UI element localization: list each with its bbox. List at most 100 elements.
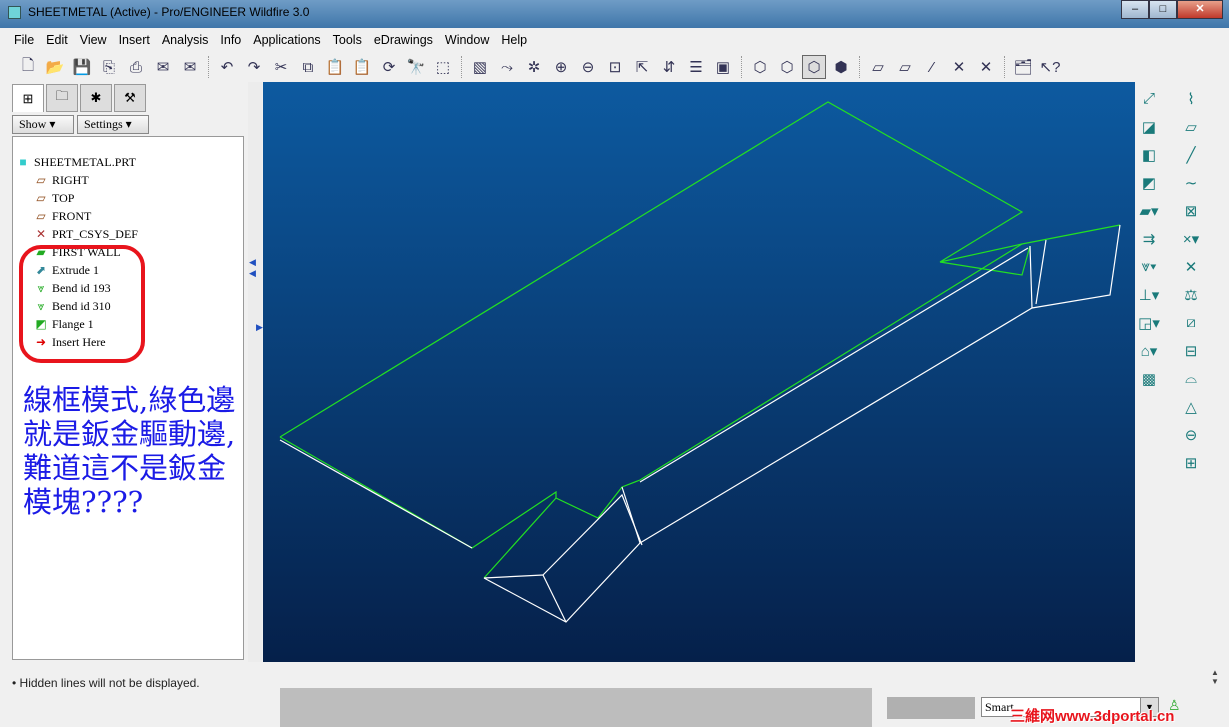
revolve-icon[interactable]: ◧	[1138, 146, 1160, 168]
no-hidden-icon[interactable]: ⬡	[802, 55, 826, 79]
app-icon	[8, 6, 21, 19]
sketch-icon[interactable]: ⤢	[1138, 90, 1160, 112]
minimize-button[interactable]: –	[1121, 0, 1149, 19]
tree-root[interactable]: ■ SHEETMETAL.PRT	[15, 153, 136, 171]
datum-plane-tool-icon[interactable]: ⌇	[1180, 90, 1202, 112]
pane-splitter[interactable]: ◀ ◀ ▶	[248, 82, 263, 662]
model-tree-tab[interactable]: ⊞	[12, 84, 44, 112]
copy-icon[interactable]: ⧉	[296, 55, 320, 79]
unbend-icon[interactable]: ⊥▾	[1138, 286, 1160, 308]
favorites-tab[interactable]: ✱	[80, 84, 112, 112]
undo-icon[interactable]: ↶	[215, 55, 239, 79]
model-tree-icon[interactable]: 🗂	[1011, 55, 1035, 79]
flatten-icon[interactable]: ⌂▾	[1138, 342, 1160, 364]
shading-icon[interactable]: ⬢	[829, 55, 853, 79]
zoom-in-icon[interactable]: ⊕	[549, 55, 573, 79]
zoom-out-icon[interactable]: ⊖	[576, 55, 600, 79]
graphics-window[interactable]	[263, 82, 1135, 662]
datum-curve-icon[interactable]: ∼	[1180, 174, 1202, 196]
tree-item[interactable]: ▱ FRONT	[33, 207, 91, 225]
unattached-wall-icon[interactable]: ⇉	[1138, 230, 1160, 252]
menu-info[interactable]: Info	[214, 33, 247, 47]
view-manager-icon[interactable]: ▣	[711, 55, 735, 79]
print-icon[interactable]: ⎙	[124, 55, 148, 79]
selection-box-icon[interactable]: ⬚	[431, 55, 455, 79]
split-area-icon[interactable]: ⊞	[1180, 454, 1202, 476]
corner-relief-icon[interactable]: ⊟	[1180, 342, 1202, 364]
repaint-icon[interactable]: ▧	[468, 55, 492, 79]
open-icon[interactable]: 📂	[43, 55, 67, 79]
flange-white-edge	[1035, 239, 1047, 305]
settings-button[interactable]: Settings ▾	[77, 115, 149, 134]
close-button[interactable]: ✕	[1177, 0, 1223, 19]
bend-tool-icon[interactable]: ⩔▾	[1138, 258, 1160, 280]
flange-white-edge	[483, 574, 544, 579]
menu-analysis[interactable]: Analysis	[156, 33, 215, 47]
menu-file[interactable]: File	[8, 33, 40, 47]
find-icon[interactable]: 🔭	[404, 55, 428, 79]
datum-plane-icon[interactable]: ▱	[1180, 118, 1202, 140]
point-tool-icon[interactable]: ×▾	[1180, 230, 1202, 252]
layers-icon[interactable]: ☰	[684, 55, 708, 79]
flange-tool-icon[interactable]: ◩	[1138, 174, 1160, 196]
form-icon[interactable]: ◲▾	[1138, 314, 1160, 336]
menu-window[interactable]: Window	[439, 33, 495, 47]
extrude-icon[interactable]: ◪	[1138, 118, 1160, 140]
corner-icon[interactable]: ⊖	[1180, 426, 1202, 448]
spin-center-icon[interactable]: ✲	[522, 55, 546, 79]
deform-area-icon[interactable]: ⌓	[1180, 370, 1202, 392]
datum-axis-icon[interactable]: ╱	[1180, 146, 1202, 168]
wireframe-icon[interactable]: ⬡	[748, 55, 772, 79]
menu-applications[interactable]: Applications	[247, 33, 326, 47]
tree-item[interactable]: ▱ TOP	[33, 189, 74, 207]
tree-item[interactable]: ▱ RIGHT	[33, 171, 88, 189]
folder-browser-tab[interactable]: 🗀	[46, 84, 78, 112]
edge-rip-icon[interactable]: △	[1180, 398, 1202, 420]
convert-icon[interactable]: ▩	[1138, 370, 1160, 392]
show-button[interactable]: Show ▾	[12, 115, 74, 134]
context-help-icon[interactable]: ↖?	[1038, 55, 1062, 79]
refit-icon[interactable]: ⊡	[603, 55, 627, 79]
annotation-text: 線框模式,綠色邊就是鈑金驅動邊,難道這不是鈑金模塊????	[23, 383, 236, 519]
message-scrollbar[interactable]: ▲ ▼	[1209, 668, 1221, 696]
menu-edit[interactable]: Edit	[40, 33, 74, 47]
point-display-icon[interactable]: ✕	[947, 55, 971, 79]
menu-insert[interactable]: Insert	[113, 33, 156, 47]
menu-tools[interactable]: Tools	[327, 33, 368, 47]
maximize-button[interactable]: □	[1149, 0, 1177, 19]
datum-points-toggle-icon[interactable]: ⁄	[920, 55, 944, 79]
orient-icon[interactable]: ⤳	[495, 55, 519, 79]
csys-display-icon[interactable]: ✕	[974, 55, 998, 79]
redo-icon[interactable]: ↷	[242, 55, 266, 79]
paste-icon[interactable]: 📋	[323, 55, 347, 79]
status-message: • Hidden lines will not be displayed.	[12, 676, 200, 690]
window-title: SHEETMETAL (Active) - Pro/ENGINEER Wildf…	[28, 5, 310, 19]
wall-green-edge	[939, 245, 1031, 276]
regenerate-icon[interactable]: ⟳	[377, 55, 401, 79]
datum-point-icon[interactable]: ⊠	[1180, 202, 1202, 224]
paste-special-icon[interactable]: 📋	[350, 55, 374, 79]
send-mail-icon[interactable]: ✉	[151, 55, 175, 79]
menu-edrawings[interactable]: eDrawings	[368, 33, 439, 47]
analysis-icon[interactable]: ⚖	[1180, 286, 1202, 308]
menu-help[interactable]: Help	[495, 33, 533, 47]
saved-views-icon[interactable]: ⇵	[657, 55, 681, 79]
save-icon[interactable]: 💾	[70, 55, 94, 79]
cut-icon[interactable]: ✂	[269, 55, 293, 79]
menu-bar: File Edit View Insert Analysis Info Appl…	[8, 29, 1221, 51]
save-copy-icon[interactable]: ⎘	[97, 55, 121, 79]
highlight-circle	[19, 245, 145, 363]
wall-white-edge	[279, 439, 473, 549]
new-icon[interactable]: 🗋	[16, 55, 40, 79]
datum-axes-toggle-icon[interactable]: ▱	[893, 55, 917, 79]
hidden-line-icon[interactable]: ⬡	[775, 55, 799, 79]
flat-wall-icon[interactable]: ▰▾	[1138, 202, 1160, 224]
rip-icon[interactable]: ⧄	[1180, 314, 1202, 336]
csys-tool-icon[interactable]: ✕	[1180, 258, 1202, 280]
connections-tab[interactable]: ⚒	[114, 84, 146, 112]
datum-planes-toggle-icon[interactable]: ▱	[866, 55, 890, 79]
tree-item[interactable]: ✕ PRT_CSYS_DEF	[33, 225, 138, 243]
menu-view[interactable]: View	[74, 33, 113, 47]
reorient-icon[interactable]: ⇱	[630, 55, 654, 79]
send-attachment-icon[interactable]: ✉	[178, 55, 202, 79]
